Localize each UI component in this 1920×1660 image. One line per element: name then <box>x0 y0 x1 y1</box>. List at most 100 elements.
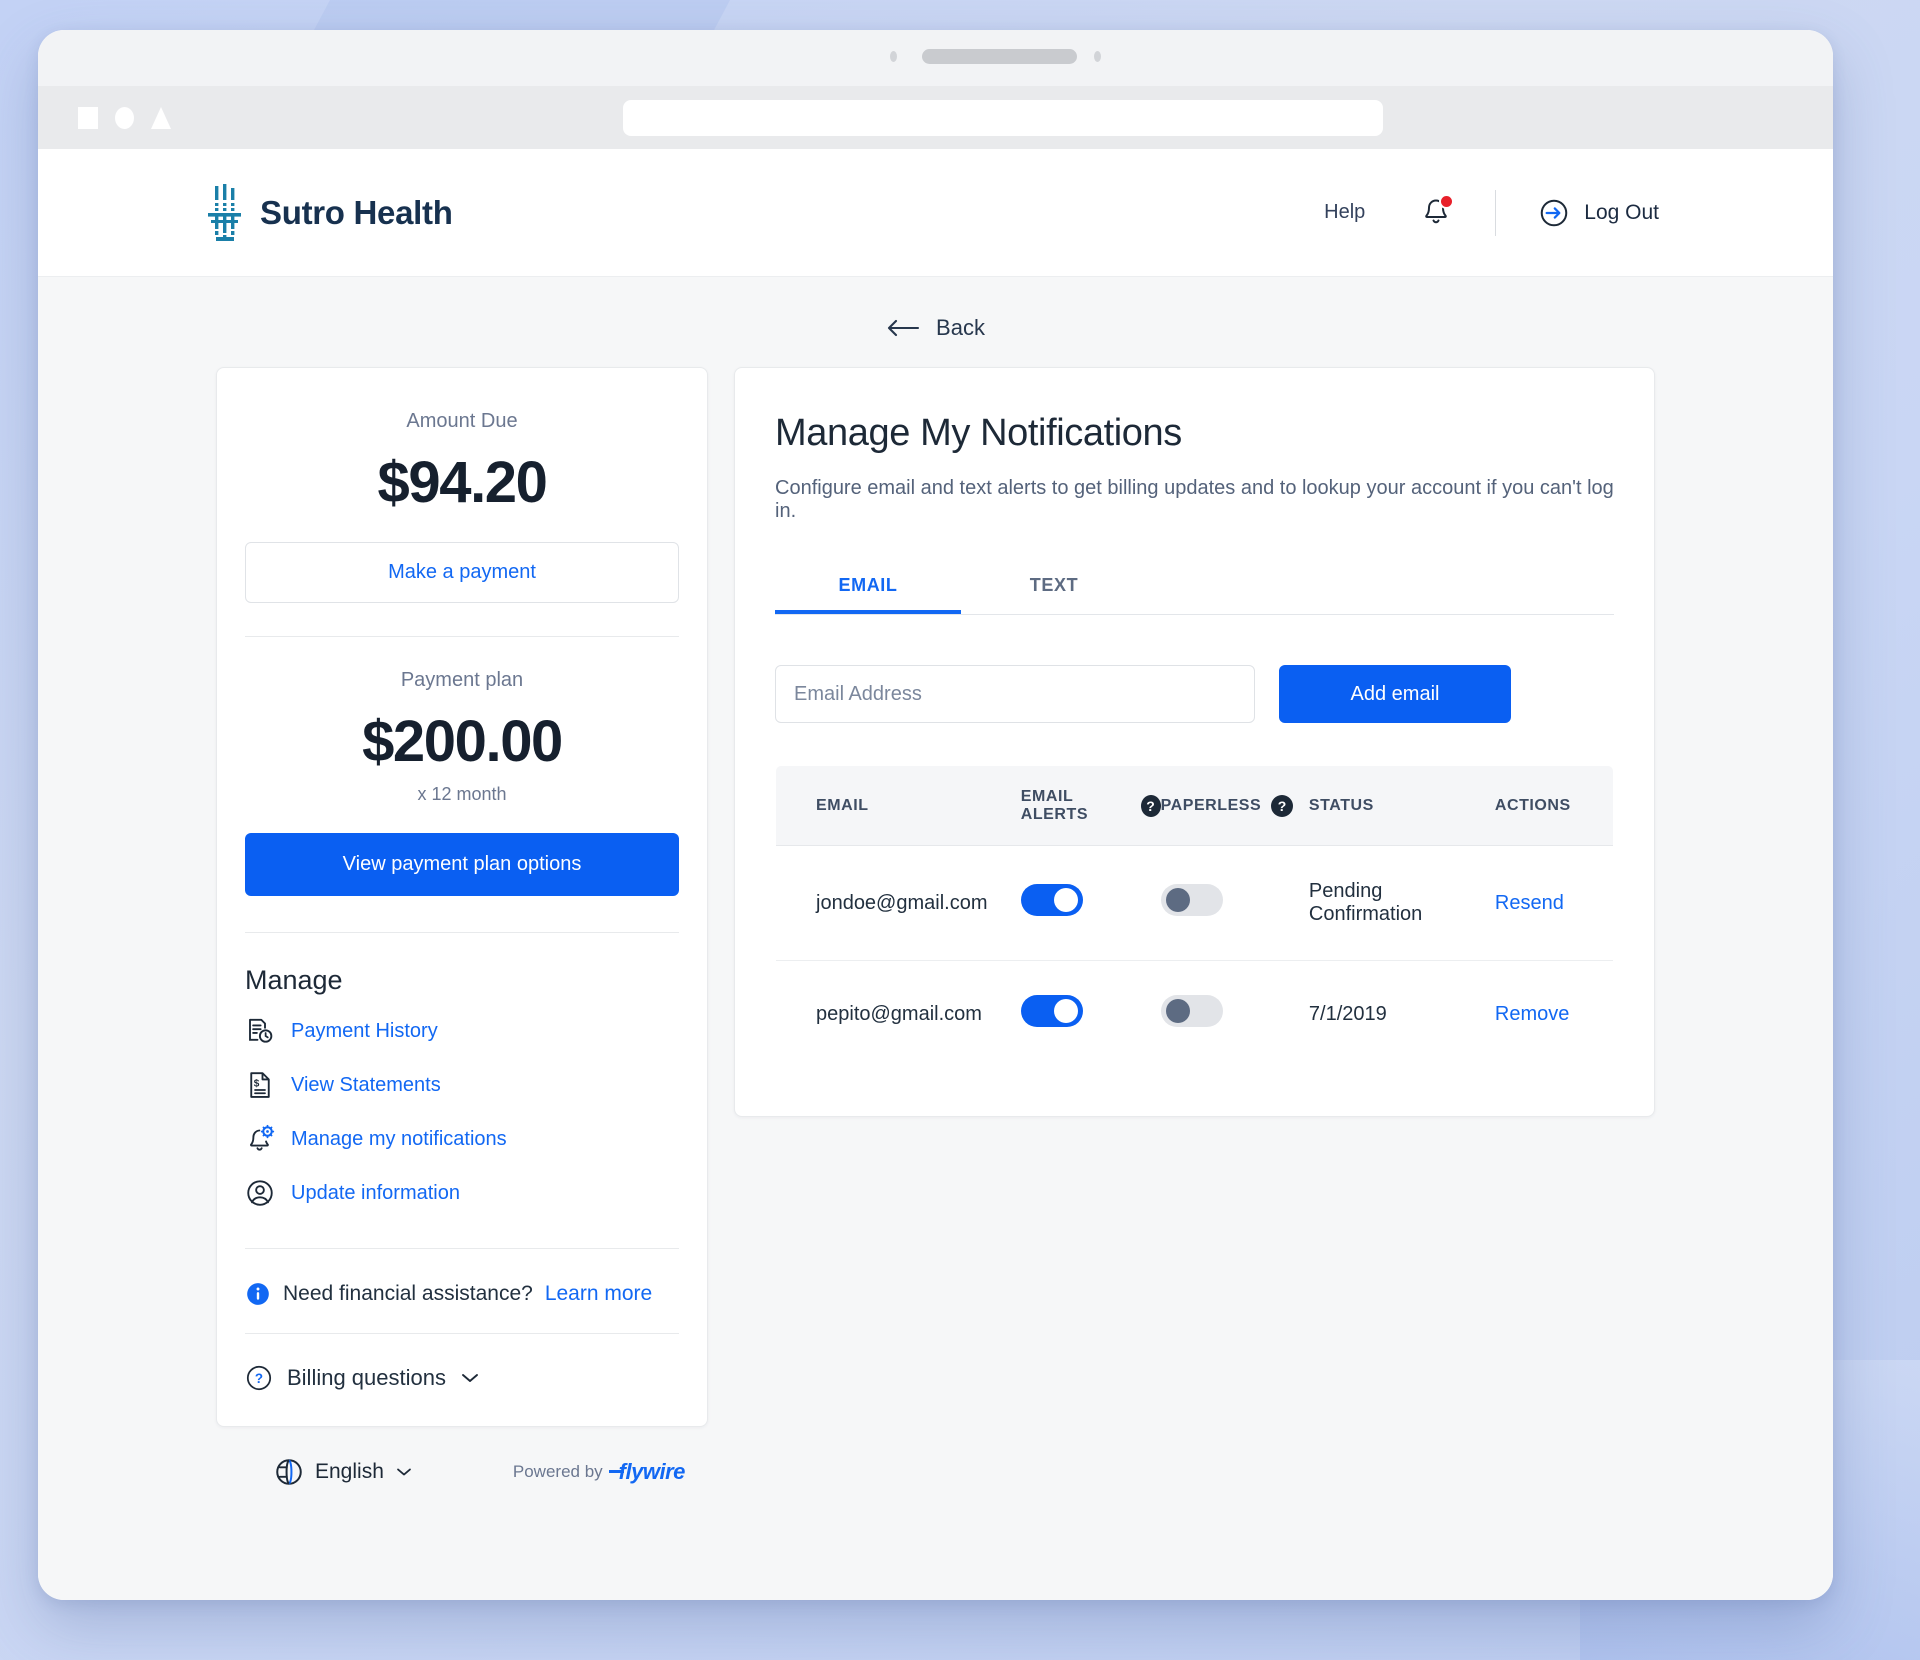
site-header: Sutro Health Help Log Out <box>38 149 1833 277</box>
triangle-shape-icon[interactable] <box>151 106 171 129</box>
browser-toolbar <box>38 86 1833 149</box>
header-divider <box>1495 189 1497 236</box>
circle-shape-icon[interactable] <box>115 106 134 129</box>
make-payment-button[interactable]: Make a payment <box>245 542 679 603</box>
cell-email: pepito@gmail.com <box>816 1002 982 1025</box>
page-title: Manage My Notifications <box>775 412 1182 454</box>
page-subtitle: Configure email and text alerts to get b… <box>775 477 1614 522</box>
billing-questions-label: Billing questions <box>287 1365 446 1390</box>
table-body: jondoe@gmail.com Pending Confirmation Re… <box>776 845 1613 1068</box>
table-row: jondoe@gmail.com Pending Confirmation Re… <box>776 845 1613 961</box>
cell-email: jondoe@gmail.com <box>776 845 1021 961</box>
browser-nav-icons <box>78 106 171 129</box>
language-label: English <box>315 1460 384 1483</box>
tab-text[interactable]: TEXT <box>961 559 1147 614</box>
square-shape-icon[interactable] <box>78 106 98 129</box>
amount-due-label: Amount Due <box>406 410 518 432</box>
column-header-email-alerts-label: EMAIL ALERTS <box>1020 788 1089 823</box>
notifications-table: EMAIL EMAIL ALERTS ? PAPERLESS ? STATUS … <box>775 765 1614 1068</box>
financial-assistance-row: Need financial assistance? Learn more <box>245 1275 679 1307</box>
sidebar-item-view-statements[interactable]: $ View Statements <box>245 1058 679 1112</box>
divider-4 <box>245 1333 679 1334</box>
add-email-row: Add email <box>775 665 1614 723</box>
globe-icon <box>276 1459 302 1485</box>
sidebar-item-label: Manage my notifications <box>291 1127 507 1150</box>
sidebar-item-label: View Statements <box>291 1073 441 1096</box>
remove-link[interactable]: Remove <box>1495 1003 1569 1025</box>
learn-more-link[interactable]: Learn more <box>545 1282 652 1306</box>
sutro-tower-icon <box>208 183 241 241</box>
cell-action: Resend <box>1494 845 1613 961</box>
cell-status: Pending Confirmation <box>1308 845 1495 961</box>
divider-2 <box>245 932 679 933</box>
email-alerts-toggle[interactable] <box>1020 995 1083 1027</box>
account-summary-card: Amount Due $94.20 Make a payment Payment… <box>216 367 708 1427</box>
column-header-email: EMAIL <box>776 766 1021 846</box>
titlebar-tab-placeholder <box>922 49 1077 64</box>
tab-email[interactable]: EMAIL <box>775 559 961 614</box>
divider-1 <box>245 636 679 637</box>
browser-titlebar <box>38 30 1833 86</box>
logout-button[interactable]: Log Out <box>1538 197 1659 229</box>
help-link[interactable]: Help <box>1324 201 1365 224</box>
back-button[interactable]: Back <box>886 315 985 341</box>
paperless-toggle[interactable] <box>1160 884 1223 916</box>
document-clock-icon <box>249 1018 273 1043</box>
arrow-left-icon <box>887 319 920 337</box>
table-row: pepito@gmail.com 7/1/2019 Remove <box>776 961 1613 1068</box>
sidebar-item-manage-notifications[interactable]: Manage my notifications <box>245 1112 679 1166</box>
brand-logo[interactable]: Sutro Health <box>88 183 453 242</box>
sidebar-item-update-information[interactable]: Update information <box>245 1166 679 1220</box>
sidebar-column: Amount Due $94.20 Make a payment Payment… <box>216 367 708 1487</box>
notifications-panel: Manage My Notifications Configure email … <box>734 367 1655 1117</box>
powered-by-label: Powered by <box>512 1462 603 1481</box>
table-head: EMAIL EMAIL ALERTS ? PAPERLESS ? STATUS … <box>776 766 1613 846</box>
sidebar-item-payment-history[interactable]: Payment History <box>245 1004 679 1058</box>
cell-email-alerts <box>1020 845 1161 961</box>
language-selector[interactable]: English <box>274 1457 413 1487</box>
main-column: Manage My Notifications Configure email … <box>734 367 1655 1117</box>
cell-email-alerts <box>1020 961 1161 1068</box>
email-input[interactable] <box>775 665 1255 723</box>
powered-by: Powered by flywire <box>513 1459 685 1485</box>
email-alerts-help-icon[interactable]: ? <box>1141 795 1161 817</box>
financial-assistance-text: Need financial assistance? <box>283 1282 533 1305</box>
document-dollar-icon: $ <box>250 1072 270 1098</box>
column-header-paperless-label: PAPERLESS <box>1160 797 1262 814</box>
resend-link[interactable]: Resend <box>1495 892 1564 914</box>
paperless-help-icon[interactable]: ? <box>1271 795 1294 817</box>
payment-plan-value: $200.00 <box>362 709 563 774</box>
back-bar: Back <box>38 277 1833 367</box>
titlebar-dot-right <box>1094 51 1101 62</box>
view-payment-plan-options-button[interactable]: View payment plan options <box>245 833 679 896</box>
column-header-paperless: PAPERLESS ? <box>1160 766 1309 846</box>
notification-badge-dot <box>1439 193 1455 209</box>
cell-paperless <box>1160 845 1309 961</box>
header-actions: Help Log Out <box>1324 189 1779 236</box>
info-icon <box>247 1283 269 1305</box>
payment-plan-term: x 12 month <box>417 784 507 804</box>
paperless-toggle[interactable] <box>1160 995 1223 1027</box>
cell-paperless <box>1160 961 1309 1068</box>
manage-section-title: Manage <box>245 965 343 995</box>
bell-gear-icon <box>250 1124 275 1151</box>
page-body: Sutro Health Help Log Out Back Amount Du… <box>38 149 1833 1600</box>
notification-tabs: EMAIL TEXT <box>775 559 1614 615</box>
column-header-status: STATUS <box>1308 766 1495 846</box>
logout-label: Log Out <box>1584 200 1659 224</box>
sidebar-item-label: Update information <box>291 1181 460 1204</box>
email-alerts-toggle[interactable] <box>1020 884 1083 916</box>
add-email-button[interactable]: Add email <box>1279 665 1511 723</box>
payment-plan-label: Payment plan <box>400 669 524 691</box>
billing-questions-accordion[interactable]: ? Billing questions <box>245 1360 679 1392</box>
svg-text:?: ? <box>255 1371 263 1386</box>
notifications-button[interactable] <box>1421 193 1455 230</box>
address-bar[interactable] <box>623 100 1383 136</box>
question-circle-icon: ? <box>246 1365 272 1391</box>
cell-status: 7/1/2019 <box>1308 1002 1387 1025</box>
content-layout: Amount Due $94.20 Make a payment Payment… <box>38 367 1833 1487</box>
divider-3 <box>245 1248 679 1249</box>
brand-name: Sutro Health <box>260 193 453 231</box>
browser-window: Sutro Health Help Log Out Back Amount Du… <box>38 30 1833 1600</box>
cell-action: Remove <box>1495 961 1613 1068</box>
